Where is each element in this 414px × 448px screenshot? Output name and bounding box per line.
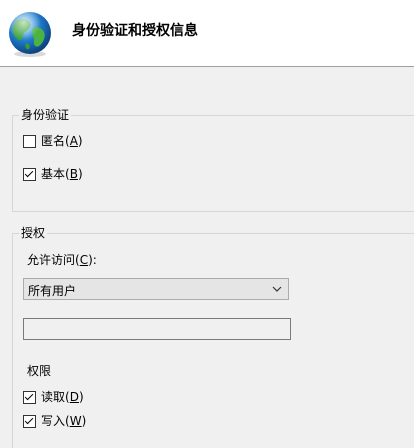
authorization-group: 授权 允许访问(C): 所有用户 权限 读取(D) 写入(W) xyxy=(12,226,414,448)
anonymous-checkbox-row[interactable]: 匿名(A) xyxy=(23,134,83,148)
allow-access-select-value: 所有用户 xyxy=(28,284,77,298)
allow-access-label: 允许访问(C): xyxy=(27,253,97,267)
globe-icon xyxy=(6,10,54,58)
permissions-label: 权限 xyxy=(27,364,52,378)
dialog-content: 身份验证 匿名(A) 基本(B) 授权 允许访问(C): 所有用户 权限 读取(… xyxy=(0,67,414,448)
write-checkbox-row[interactable]: 写入(W) xyxy=(23,414,86,428)
authorization-legend: 授权 xyxy=(19,226,48,240)
authentication-legend: 身份验证 xyxy=(19,108,72,122)
anonymous-label: 匿名(A) xyxy=(41,134,83,148)
chevron-down-icon xyxy=(272,283,282,293)
users-roles-input[interactable] xyxy=(23,318,291,340)
authentication-group: 身份验证 匿名(A) 基本(B) xyxy=(12,108,414,212)
basic-label: 基本(B) xyxy=(41,167,83,181)
allow-access-select[interactable]: 所有用户 xyxy=(23,278,289,300)
read-label: 读取(D) xyxy=(41,390,84,404)
page-title: 身份验证和授权信息 xyxy=(72,23,198,39)
read-checkbox-row[interactable]: 读取(D) xyxy=(23,390,84,404)
basic-checkbox[interactable] xyxy=(23,167,36,181)
read-checkbox[interactable] xyxy=(23,390,36,404)
header: 身份验证和授权信息 xyxy=(0,0,414,67)
write-checkbox[interactable] xyxy=(23,414,36,428)
basic-checkbox-row[interactable]: 基本(B) xyxy=(23,167,83,181)
write-label: 写入(W) xyxy=(41,414,87,428)
anonymous-checkbox[interactable] xyxy=(23,134,36,148)
